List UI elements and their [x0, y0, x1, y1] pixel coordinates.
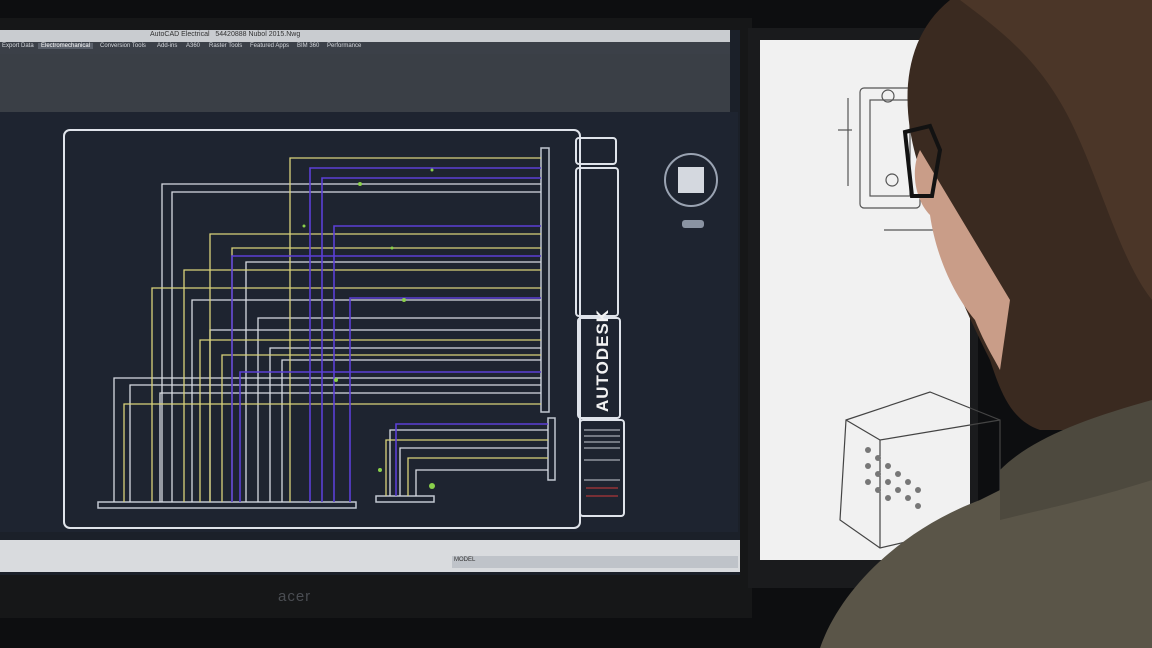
photo-scene: AutoCAD Electrical 54420888 Nubol 2015.N…: [0, 0, 1152, 648]
person-silhouette: [820, 0, 1152, 648]
